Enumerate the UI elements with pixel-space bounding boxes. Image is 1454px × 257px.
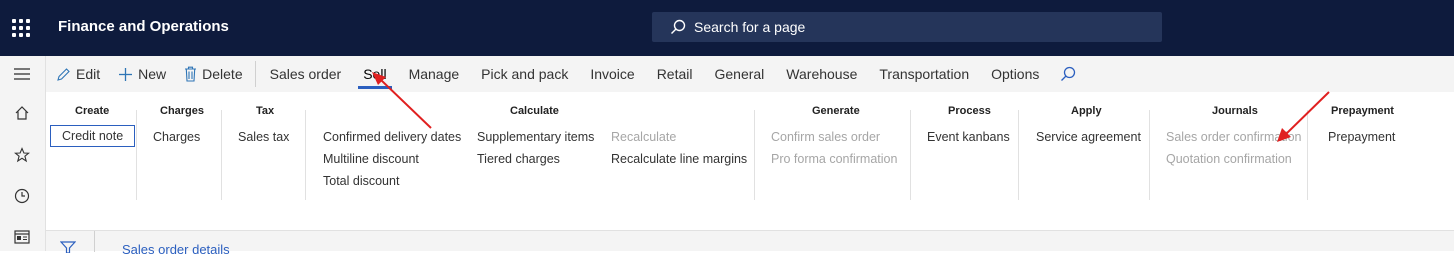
- workspace-icon[interactable]: [12, 227, 32, 247]
- total-discount-button[interactable]: Total discount: [323, 174, 399, 188]
- group-title-generate: Generate: [812, 105, 860, 117]
- tab-sales-order[interactable]: Sales order: [259, 56, 353, 92]
- action-separator: [254, 61, 256, 87]
- quotation-confirmation-button[interactable]: Quotation confirmation: [1166, 152, 1292, 166]
- group-separator: [221, 110, 222, 200]
- tab-sell[interactable]: Sell: [352, 56, 397, 92]
- tab-transportation[interactable]: Transportation: [868, 56, 980, 92]
- group-separator: [754, 110, 755, 200]
- group-separator: [1307, 110, 1308, 200]
- search-icon: [671, 19, 686, 34]
- clock-icon[interactable]: [12, 186, 32, 206]
- confirm-sales-order-button[interactable]: Confirm sales order: [771, 130, 880, 144]
- group-title-journals: Journals: [1212, 105, 1258, 117]
- credit-note-button[interactable]: Credit note: [50, 125, 136, 147]
- group-title-charges: Charges: [160, 105, 205, 117]
- group-separator: [305, 110, 306, 200]
- group-title-prepayment: Prepayment: [1331, 105, 1394, 117]
- pro-forma-confirmation-button[interactable]: Pro forma confirmation: [771, 152, 897, 166]
- group-title-apply: Apply: [1071, 105, 1102, 117]
- hamburger-icon[interactable]: [12, 64, 32, 84]
- edit-button[interactable]: Edit: [46, 56, 109, 92]
- group-title-tax: Tax: [256, 105, 275, 117]
- delete-button[interactable]: Delete: [175, 56, 251, 92]
- group-title-calculate: Calculate: [510, 105, 559, 117]
- plus-icon: [118, 67, 133, 82]
- tab-retail[interactable]: Retail: [646, 56, 704, 92]
- tab-general[interactable]: General: [703, 56, 775, 92]
- top-bar: Finance and Operations Search for a page: [0, 0, 1454, 56]
- recalculate-line-margins-button[interactable]: Recalculate line margins: [611, 152, 747, 166]
- home-icon[interactable]: [12, 103, 32, 123]
- ribbon: Create Credit note Charges Charges Tax S…: [46, 92, 1454, 230]
- service-agreement-button[interactable]: Service agreement: [1036, 130, 1141, 144]
- action-search-button[interactable]: [1050, 66, 1086, 82]
- prepayment-button[interactable]: Prepayment: [1328, 130, 1395, 144]
- group-title-create: Create: [75, 105, 110, 117]
- star-icon[interactable]: [12, 145, 32, 165]
- group-separator: [136, 110, 137, 200]
- delete-icon: [184, 66, 197, 82]
- divider: [94, 231, 95, 252]
- sales-order-confirmation-button[interactable]: Sales order confirmation: [1166, 130, 1301, 144]
- group-separator: [1018, 110, 1019, 200]
- multiline-discount-button[interactable]: Multiline discount: [323, 152, 419, 166]
- group-title-process: Process: [948, 105, 991, 117]
- recalculate-button[interactable]: Recalculate: [611, 130, 676, 144]
- search-icon: [1061, 66, 1076, 81]
- new-button[interactable]: New: [109, 56, 175, 92]
- delete-label: Delete: [202, 66, 243, 82]
- app-title: Finance and Operations: [58, 18, 229, 35]
- left-nav: [0, 56, 46, 251]
- confirmed-delivery-dates-button[interactable]: Confirmed delivery dates: [323, 130, 461, 144]
- new-label: New: [138, 66, 167, 82]
- supplementary-items-button[interactable]: Supplementary items: [477, 130, 594, 144]
- action-pane: Edit New Delete Sales order Sell Manage …: [46, 56, 1454, 92]
- tab-pick-and-pack[interactable]: Pick and pack: [470, 56, 579, 92]
- sales-order-details-link[interactable]: Sales order details: [122, 242, 230, 257]
- tiered-charges-button[interactable]: Tiered charges: [477, 152, 560, 166]
- sales-tax-button[interactable]: Sales tax: [238, 130, 289, 144]
- edit-icon: [56, 67, 71, 82]
- event-kanbans-button[interactable]: Event kanbans: [927, 130, 1010, 144]
- charges-button[interactable]: Charges: [153, 130, 200, 144]
- tab-warehouse[interactable]: Warehouse: [775, 56, 868, 92]
- search-box[interactable]: Search for a page: [652, 12, 1162, 42]
- waffle-icon[interactable]: [10, 17, 32, 39]
- search-label: Search for a page: [694, 19, 806, 35]
- group-separator: [1149, 110, 1150, 200]
- filter-icon[interactable]: [60, 241, 76, 253]
- tab-manage[interactable]: Manage: [398, 56, 471, 92]
- tab-invoice[interactable]: Invoice: [579, 56, 645, 92]
- details-header: Sales order details: [46, 230, 1454, 257]
- edit-label: Edit: [76, 66, 101, 82]
- tab-options[interactable]: Options: [980, 56, 1050, 92]
- group-separator: [910, 110, 911, 200]
